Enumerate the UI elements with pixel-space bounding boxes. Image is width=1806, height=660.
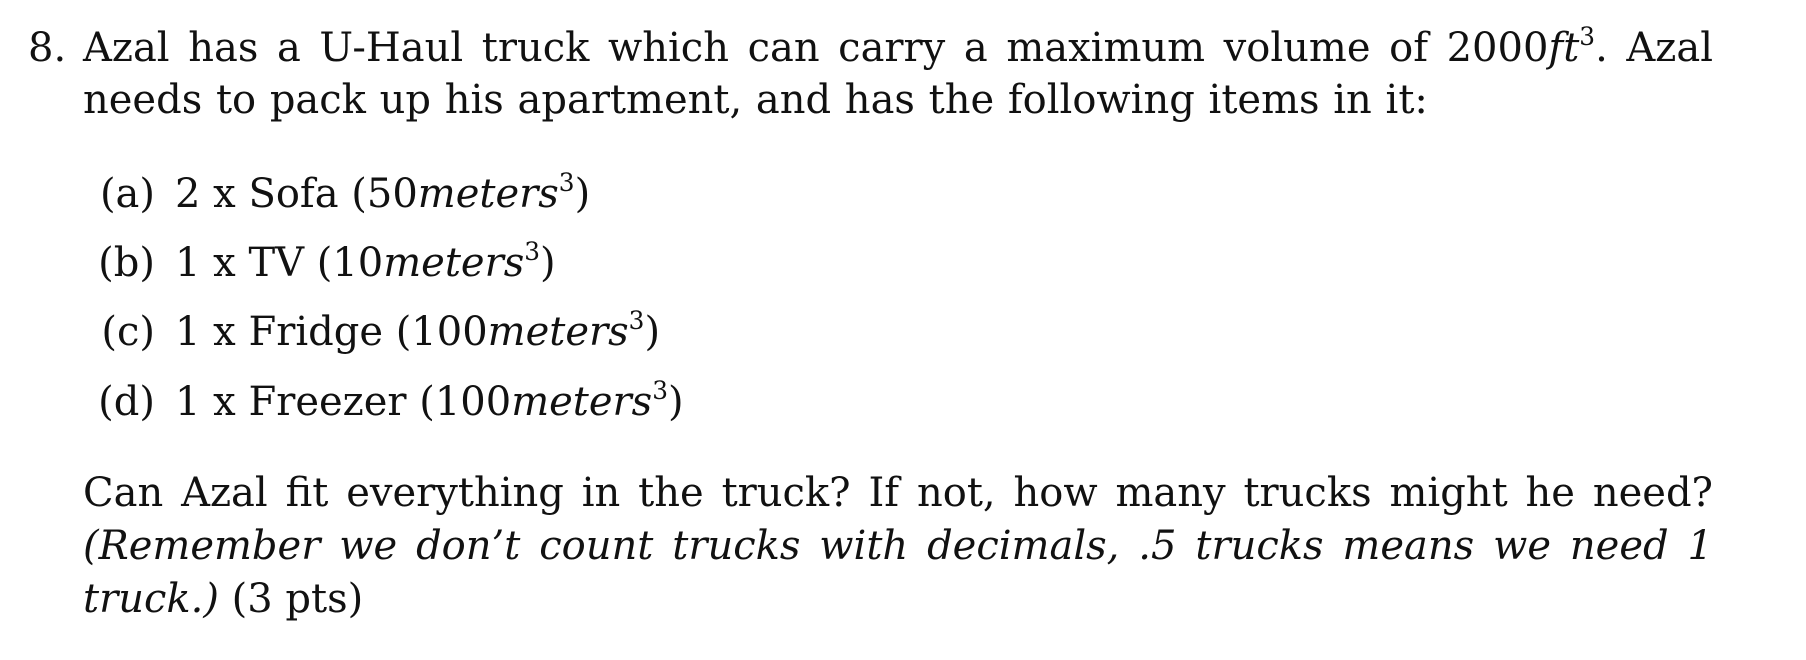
item-unit: meters xyxy=(487,309,629,355)
list-item: (a) 2 x Sofa (50meters3) xyxy=(83,168,590,220)
item-text: 1 x TV (10 xyxy=(175,240,384,286)
points-value: (3 pts) xyxy=(231,576,364,622)
question-text: Can Azal fit everything in the truck? If… xyxy=(83,470,1713,516)
item-label: (c) xyxy=(101,309,155,355)
item-unit-exponent: 3 xyxy=(652,376,668,406)
item-text: 1 x Fridge (100 xyxy=(175,309,488,355)
problem-8: 8. Azal has a U-Haul truck which can car… xyxy=(0,0,1806,660)
problem-number: 8. xyxy=(28,25,67,71)
list-item: (b) 1 x TV (10meters3) xyxy=(83,237,556,289)
item-unit: meters xyxy=(417,171,559,217)
list-item: (d) 1 x Freezer (100meters3) xyxy=(83,376,684,428)
stem-unit-exponent: 3 xyxy=(1579,22,1596,52)
problem-stem: Azal has a U-Haul truck which can carry … xyxy=(83,22,1713,126)
item-label: (d) xyxy=(98,379,155,425)
list-item: (c) 1 x Fridge (100meters3) xyxy=(83,306,660,358)
item-text: 2 x Sofa (50 xyxy=(175,171,418,217)
item-label: (b) xyxy=(98,240,155,286)
item-label: (a) xyxy=(99,171,155,217)
item-unit: meters xyxy=(511,379,653,425)
item-close-paren: ) xyxy=(574,171,591,217)
question-paragraph: Can Azal fit everything in the truck? If… xyxy=(83,467,1713,626)
stem-text-start: Azal has a U-Haul truck which can carry … xyxy=(83,25,1549,71)
item-text: 1 x Freezer (100 xyxy=(175,379,512,425)
item-unit-exponent: 3 xyxy=(558,168,575,198)
item-close-paren: ) xyxy=(644,309,661,355)
item-unit-exponent: 3 xyxy=(524,237,541,267)
item-unit: meters xyxy=(383,240,525,286)
stem-unit: ft xyxy=(1548,25,1580,71)
item-unit-exponent: 3 xyxy=(628,306,645,336)
item-close-paren: ) xyxy=(540,240,556,286)
item-close-paren: ) xyxy=(667,379,684,425)
